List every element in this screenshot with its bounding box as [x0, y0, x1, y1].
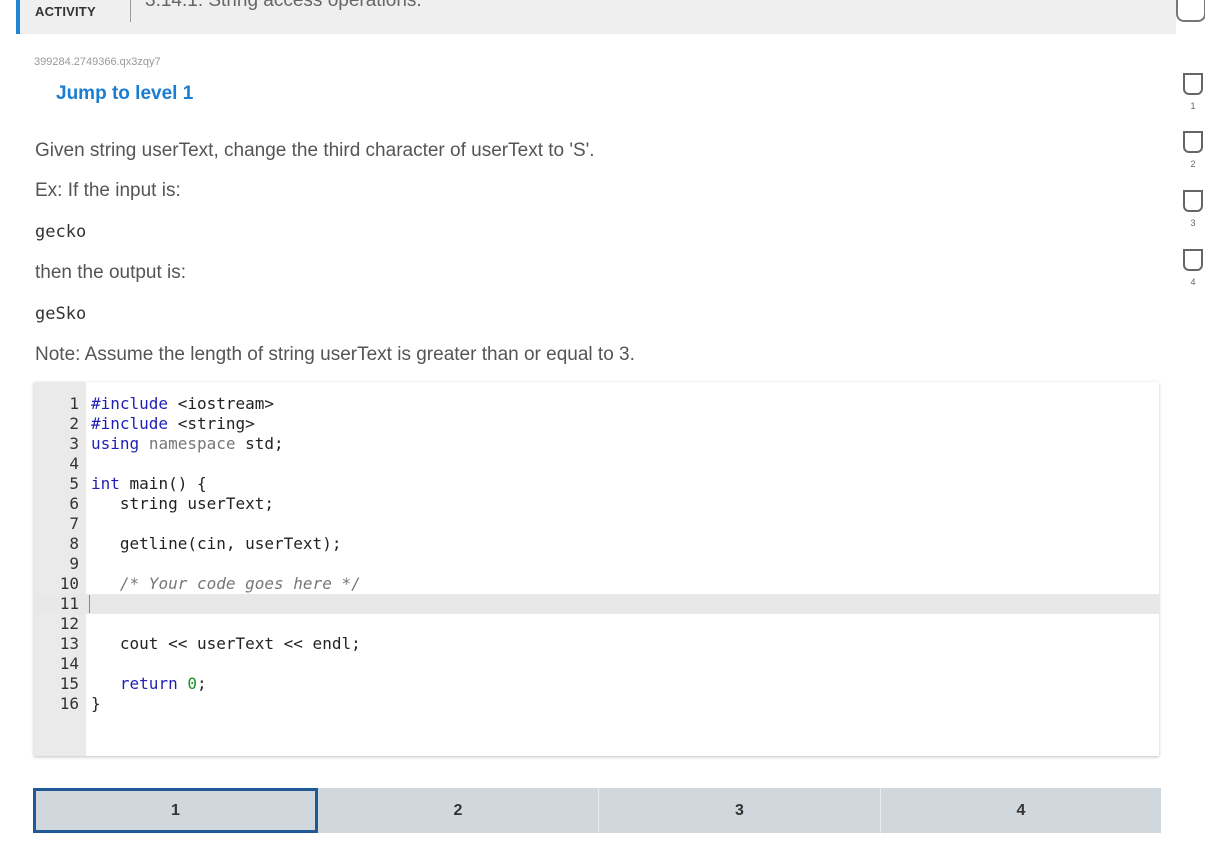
line-number: 6 — [69, 494, 79, 513]
line-number: 2 — [69, 414, 79, 433]
header-accent-bar — [16, 0, 20, 34]
level-button-2[interactable]: 2 — [318, 788, 598, 833]
output-intro: then the output is: — [35, 262, 187, 283]
level-button-label: 3 — [735, 801, 744, 819]
completion-flag-icon — [1176, 0, 1205, 22]
level-button-1[interactable]: 1 — [33, 788, 318, 833]
line-number: 12 — [59, 614, 79, 633]
text-cursor — [89, 595, 90, 613]
code-text[interactable]: /* Your code goes here */ — [91, 574, 361, 594]
level-indicator-3: 3 — [1182, 190, 1204, 228]
level-button-4[interactable]: 4 — [880, 788, 1161, 833]
line-number: 4 — [69, 454, 79, 473]
code-line[interactable]: 7 — [34, 514, 1159, 534]
code-line[interactable]: 2 #include <string> — [34, 414, 1159, 434]
level-indicator-2: 2 — [1182, 131, 1204, 169]
level-indicator-icon — [1183, 73, 1203, 95]
level-indicator-4: 4 — [1182, 249, 1204, 287]
line-number: 13 — [59, 634, 79, 653]
line-number: 14 — [59, 654, 79, 673]
code-editor[interactable]: 1 #include <iostream> 2 #include <string… — [34, 382, 1159, 756]
code-line[interactable]: 3 using namespace std; — [34, 434, 1159, 454]
level-button-label: 1 — [171, 801, 180, 819]
header-divider — [130, 0, 131, 22]
code-line[interactable]: 15 return 0; — [34, 674, 1159, 694]
example-output: geSko — [35, 304, 87, 324]
example-input: gecko — [35, 222, 87, 242]
line-number: 1 — [69, 394, 79, 413]
line-number: 5 — [69, 474, 79, 493]
activity-title: 3.14.1: String access operations. — [145, 0, 422, 11]
level-button-label: 2 — [453, 801, 463, 819]
task-description: Given string userText, change the third … — [35, 140, 595, 161]
code-text[interactable]: int main() { — [91, 474, 207, 494]
level-indicator-icon — [1183, 131, 1203, 153]
code-line[interactable]: 4 — [34, 454, 1159, 474]
activity-id: 399284.2749366.qx3zqy7 — [34, 56, 161, 68]
code-line[interactable]: 14 — [34, 654, 1159, 674]
code-line[interactable]: 9 — [34, 554, 1159, 574]
level-selector: 1 2 3 4 — [33, 788, 1161, 833]
level-indicator-number: 3 — [1190, 218, 1196, 228]
line-number: 15 — [59, 674, 79, 693]
line-number: 3 — [69, 434, 79, 453]
code-text[interactable]: #include <iostream> — [91, 394, 274, 414]
code-text[interactable]: #include <string> — [91, 414, 255, 434]
level-indicator-number: 1 — [1190, 101, 1196, 111]
level-indicator-number: 4 — [1190, 277, 1196, 287]
level-indicator-1: 1 — [1182, 73, 1204, 111]
level-button-label: 4 — [1016, 801, 1026, 819]
code-line[interactable]: 1 #include <iostream> — [34, 394, 1159, 414]
code-line[interactable]: 13 cout << userText << endl; — [34, 634, 1159, 654]
code-line-active[interactable]: 11 — [34, 594, 1159, 614]
level-indicator-icon — [1183, 249, 1203, 271]
code-text[interactable]: getline(cin, userText); — [91, 534, 342, 554]
level-indicator-number: 2 — [1190, 159, 1196, 169]
jump-to-level-link[interactable]: Jump to level 1 — [56, 83, 193, 105]
code-text[interactable]: cout << userText << endl; — [91, 634, 361, 654]
line-number: 8 — [69, 534, 79, 553]
code-line[interactable]: 12 — [34, 614, 1159, 634]
code-text[interactable]: using namespace std; — [91, 434, 284, 454]
level-indicator-icon — [1183, 190, 1203, 212]
line-number: 16 — [59, 694, 79, 713]
line-number: 7 — [69, 514, 79, 533]
code-line[interactable]: 5 int main() { — [34, 474, 1159, 494]
code-line[interactable]: 16 } — [34, 694, 1159, 714]
code-line[interactable]: 8 getline(cin, userText); — [34, 534, 1159, 554]
level-button-3[interactable]: 3 — [598, 788, 880, 833]
activity-label: ACTIVITY — [35, 4, 96, 19]
example-intro: Ex: If the input is: — [35, 180, 181, 201]
line-number: 10 — [59, 574, 79, 593]
code-text[interactable]: string userText; — [91, 494, 274, 514]
code-line[interactable]: 10 /* Your code goes here */ — [34, 574, 1159, 594]
line-number: 11 — [59, 594, 79, 613]
code-text[interactable]: return 0; — [91, 674, 207, 694]
code-line[interactable]: 6 string userText; — [34, 494, 1159, 514]
assumption-note: Note: Assume the length of string userTe… — [35, 344, 635, 365]
code-text[interactable]: } — [91, 694, 101, 714]
line-number: 9 — [69, 554, 79, 573]
